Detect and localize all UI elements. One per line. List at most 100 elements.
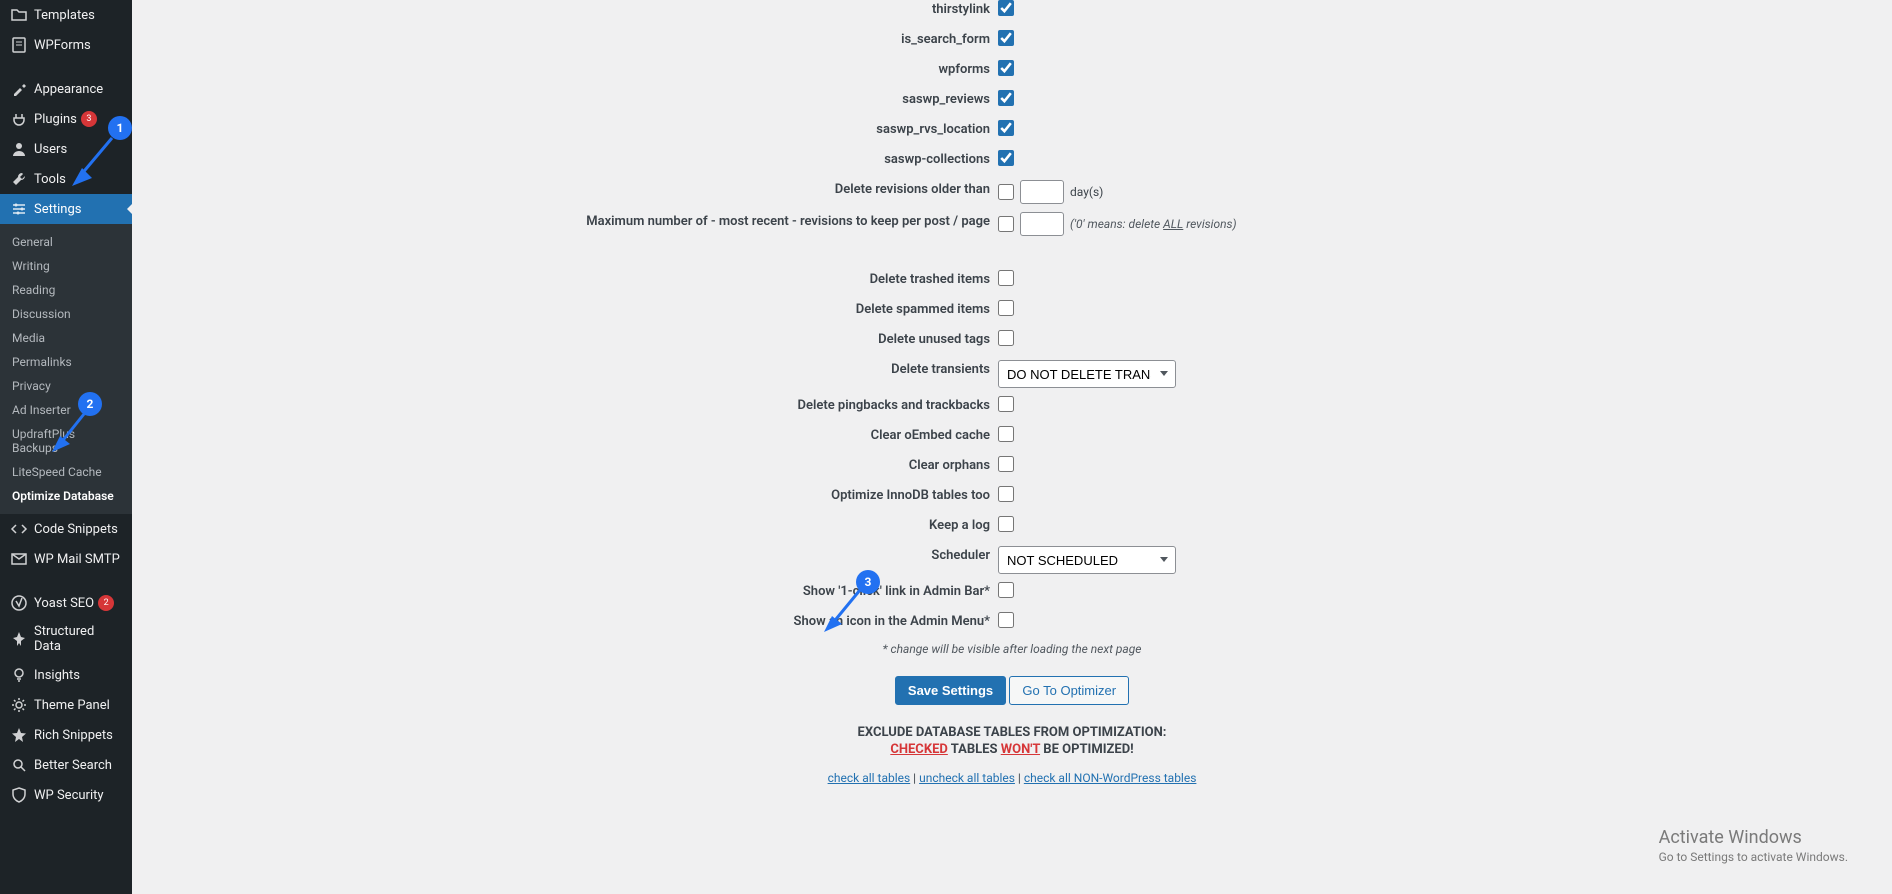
plug-icon xyxy=(10,110,28,128)
main-content: thirstylinkis_search_formwpformssaswp_re… xyxy=(132,0,1892,894)
sidebar-subitem-optimize-database[interactable]: Optimize Database xyxy=(0,484,132,508)
label-keeplog: Keep a log xyxy=(132,516,998,533)
form-icon xyxy=(10,36,28,54)
activate-windows-watermark: Activate Windows Go to Settings to activ… xyxy=(1659,827,1848,864)
checkbox-rev-older[interactable] xyxy=(998,184,1014,200)
sidebar-item-theme-panel[interactable]: Theme Panel xyxy=(0,690,132,720)
label-pingbacks: Delete pingbacks and trackbacks xyxy=(132,396,998,413)
sidebar-item-templates[interactable]: Templates xyxy=(0,0,132,30)
label-is_search_form: is_search_form xyxy=(132,30,998,47)
go-to-optimizer-button[interactable]: Go To Optimizer xyxy=(1009,676,1129,705)
search-icon xyxy=(10,756,28,774)
checkbox-thirstylink[interactable] xyxy=(998,0,1014,16)
sidebar-subitem-media[interactable]: Media xyxy=(0,326,132,350)
annotation-1: 1 xyxy=(108,116,132,140)
checkbox-max-rev[interactable] xyxy=(998,216,1014,232)
label-saswp_rvs_location: saswp_rvs_location xyxy=(132,120,998,137)
checkbox-spammed[interactable] xyxy=(998,300,1014,316)
sidebar-item-label: Users xyxy=(34,142,67,157)
checkbox-adminicon[interactable] xyxy=(998,612,1014,628)
sidebar-item-label: Tools xyxy=(34,172,66,187)
annotation-3: 3 xyxy=(856,570,880,594)
yoast-icon xyxy=(10,594,28,612)
table-links-row: check all tables | uncheck all tables | … xyxy=(132,771,1892,785)
checkbox-trashed[interactable] xyxy=(998,270,1014,286)
sidebar-subitem-writing[interactable]: Writing xyxy=(0,254,132,278)
sidebar-item-better-search[interactable]: Better Search xyxy=(0,750,132,780)
select-transients[interactable]: DO NOT DELETE TRANSIENTS xyxy=(998,360,1176,388)
checkbox-orphans[interactable] xyxy=(998,456,1014,472)
exclude-heading: EXCLUDE DATABASE TABLES FROM OPTIMIZATIO… xyxy=(132,725,1892,740)
annotation-2: 2 xyxy=(78,392,102,416)
label-wpforms: wpforms xyxy=(132,60,998,77)
checkbox-saswp-collections[interactable] xyxy=(998,150,1014,166)
sidebar-item-structured-data[interactable]: Structured Data xyxy=(0,618,132,660)
activate-sub: Go to Settings to activate Windows. xyxy=(1659,850,1848,864)
sidebar-item-label: Appearance xyxy=(34,82,103,97)
sidebar-item-label: Rich Snippets xyxy=(34,728,113,743)
sidebar-item-label: WP Mail SMTP xyxy=(34,552,120,567)
code-icon xyxy=(10,520,28,538)
sidebar-item-rich-snippets[interactable]: Rich Snippets xyxy=(0,720,132,750)
sidebar-item-insights[interactable]: Insights xyxy=(0,660,132,690)
input-max-rev[interactable] xyxy=(1020,212,1064,236)
exclude-subheading: CHECKED TABLES WON'T BE OPTIMIZED! xyxy=(132,742,1892,757)
sidebar-item-wp-mail-smtp[interactable]: WP Mail SMTP xyxy=(0,544,132,574)
select-scheduler[interactable]: NOT SCHEDULED xyxy=(998,546,1176,574)
checkbox-tags[interactable] xyxy=(998,330,1014,346)
sidebar-item-label: Code Snippets xyxy=(34,522,118,537)
link-check-non-wp-tables[interactable]: check all NON-WordPress tables xyxy=(1024,771,1197,785)
bulb-icon xyxy=(10,666,28,684)
sidebar-item-appearance[interactable]: Appearance xyxy=(0,74,132,104)
input-rev-older-days[interactable] xyxy=(1020,180,1064,204)
activate-title: Activate Windows xyxy=(1659,827,1848,848)
sidebar-item-label: Insights xyxy=(34,668,80,683)
sidebar-item-label: Yoast SEO xyxy=(34,596,94,611)
badge: 2 xyxy=(98,595,114,611)
sidebar-item-wp-security[interactable]: WP Security xyxy=(0,780,132,810)
note-change-visible: * change will be visible after loading t… xyxy=(132,642,1892,656)
star-icon xyxy=(10,726,28,744)
sidebar-item-wpforms[interactable]: WPForms xyxy=(0,30,132,60)
label-saswp-collections: saswp-collections xyxy=(132,150,998,167)
wrench-icon xyxy=(10,170,28,188)
sidebar-item-label: Settings xyxy=(34,202,81,217)
checkbox-wpforms[interactable] xyxy=(998,60,1014,76)
checkbox-is_search_form[interactable] xyxy=(998,30,1014,46)
label-transients: Delete transients xyxy=(132,360,998,377)
sidebar-subitem-discussion[interactable]: Discussion xyxy=(0,302,132,326)
label-oembed: Clear oEmbed cache xyxy=(132,426,998,443)
save-settings-button[interactable]: Save Settings xyxy=(895,676,1006,705)
label-saswp_reviews: saswp_reviews xyxy=(132,90,998,107)
sidebar-item-label: WP Security xyxy=(34,788,104,803)
sidebar-subitem-general[interactable]: General xyxy=(0,230,132,254)
checkbox-keeplog[interactable] xyxy=(998,516,1014,532)
sidebar-item-code-snippets[interactable]: Code Snippets xyxy=(0,514,132,544)
shield-icon xyxy=(10,786,28,804)
checkbox-innodb[interactable] xyxy=(998,486,1014,502)
link-uncheck-all-tables[interactable]: uncheck all tables xyxy=(919,771,1015,785)
label-innodb: Optimize InnoDB tables too xyxy=(132,486,998,503)
checkbox-oembed[interactable] xyxy=(998,426,1014,442)
link-check-all-tables[interactable]: check all tables xyxy=(828,771,911,785)
unit-days: day(s) xyxy=(1070,185,1103,199)
checkbox-saswp_rvs_location[interactable] xyxy=(998,120,1014,136)
sidebar-item-yoast-seo[interactable]: Yoast SEO 2 xyxy=(0,588,132,618)
sliders-icon xyxy=(10,200,28,218)
checkbox-pingbacks[interactable] xyxy=(998,396,1014,412)
checkbox-saswp_reviews[interactable] xyxy=(998,90,1014,106)
hint-max-rev: ('0' means: delete ALL revisions) xyxy=(1070,217,1237,231)
sidebar-item-label: Structured Data xyxy=(34,624,124,654)
sidebar-item-label: Templates xyxy=(34,8,95,23)
sidebar-item-label: WPForms xyxy=(34,38,91,53)
mail-icon xyxy=(10,550,28,568)
label-tags: Delete unused tags xyxy=(132,330,998,347)
sidebar-subitem-litespeed-cache[interactable]: LiteSpeed Cache xyxy=(0,460,132,484)
sidebar-subitem-reading[interactable]: Reading xyxy=(0,278,132,302)
checkbox-oneclick[interactable] xyxy=(998,582,1014,598)
sidebar-item-settings[interactable]: Settings xyxy=(0,194,132,224)
sidebar-subitem-privacy[interactable]: Privacy xyxy=(0,374,132,398)
label-rev-older: Delete revisions older than xyxy=(132,180,998,197)
sidebar-item-label: Better Search xyxy=(34,758,112,773)
sidebar-subitem-permalinks[interactable]: Permalinks xyxy=(0,350,132,374)
